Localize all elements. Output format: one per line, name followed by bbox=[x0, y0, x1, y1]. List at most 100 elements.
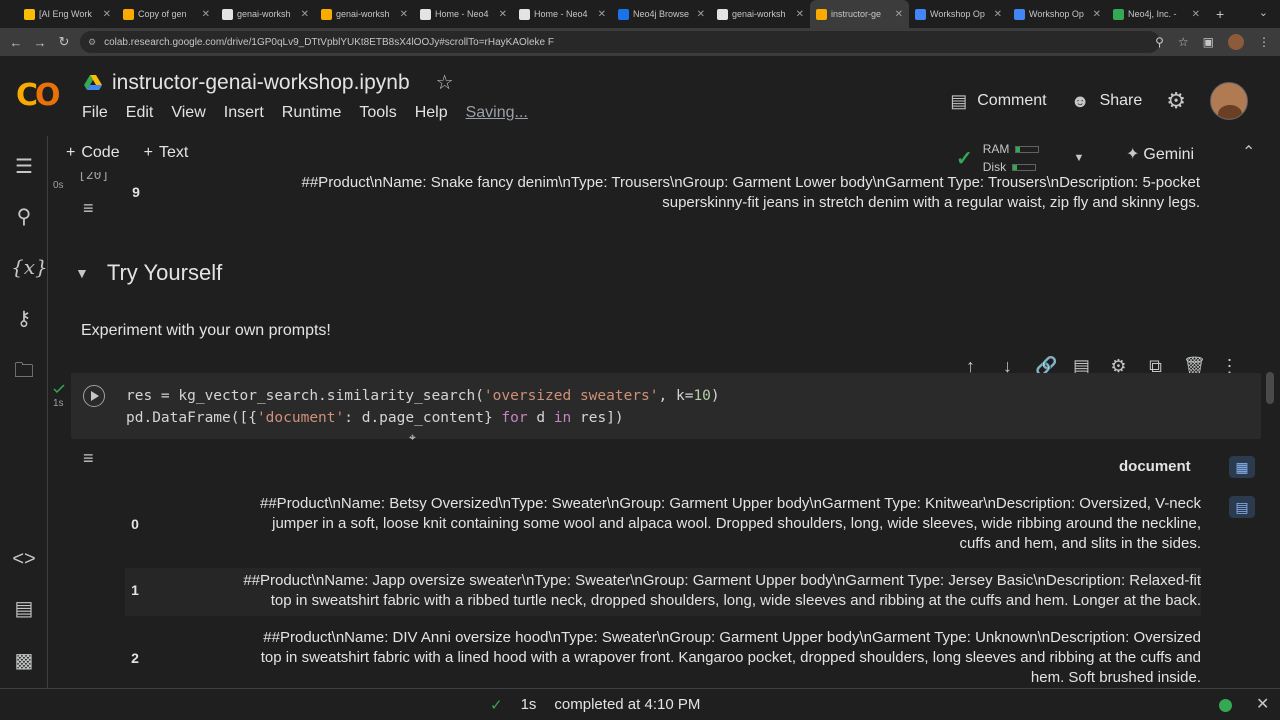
left-sidebar: ☰ ⚲ {x} ⚷ 🗀 <> ▤ ▩ bbox=[0, 136, 48, 696]
runtime-resources[interactable]: ✓ RAM Disk ▼ bbox=[956, 140, 1084, 176]
browser-tab[interactable]: genai-worksh ✕ bbox=[216, 0, 315, 28]
browser-tab[interactable]: Home - Neo4 ✕ bbox=[414, 0, 513, 28]
section-heading[interactable]: ▼ Try Yourself bbox=[75, 260, 222, 286]
back-icon[interactable]: ← bbox=[4, 35, 28, 50]
menu-help[interactable]: Help bbox=[415, 104, 448, 122]
tab-label: Neo4j, Inc. - bbox=[1128, 9, 1177, 19]
command-palette-icon[interactable]: ▤ bbox=[11, 596, 37, 622]
tab-label: genai-worksh bbox=[336, 9, 390, 19]
tab-close-icon[interactable]: ✕ bbox=[103, 9, 111, 20]
new-tab-icon[interactable]: + bbox=[1216, 6, 1224, 22]
tab-close-icon[interactable]: ✕ bbox=[697, 9, 705, 20]
add-code-button[interactable]: + Code bbox=[66, 144, 120, 162]
table-row: 0 ##Product\nName: Betsy Oversized\nType… bbox=[125, 492, 1201, 560]
menu-edit[interactable]: Edit bbox=[126, 104, 154, 122]
browser-tab[interactable]: Home - Neo4 ✕ bbox=[513, 0, 612, 28]
cell-text-line: top in sweatshirt fabric with a ribbed t… bbox=[270, 592, 1201, 609]
user-avatar[interactable] bbox=[1210, 82, 1248, 120]
gemini-button[interactable]: ✦ Gemini bbox=[1126, 144, 1194, 164]
menu-file[interactable]: File bbox=[82, 104, 108, 122]
markdown-text: Experiment with your own prompts! bbox=[81, 322, 331, 339]
tab-close-icon[interactable]: ✕ bbox=[895, 9, 903, 20]
menu-view[interactable]: View bbox=[171, 104, 205, 122]
browser-tab[interactable]: Workshop Op ✕ bbox=[1008, 0, 1107, 28]
key-icon[interactable]: ⚷ bbox=[11, 306, 37, 332]
tab-favicon-icon bbox=[915, 8, 926, 20]
notebook-title[interactable]: instructor-genai-workshop.ipynb bbox=[112, 71, 410, 95]
code-line: pd.DataFrame([{'document': d.page_conten… bbox=[126, 410, 624, 426]
site-info-icon[interactable]: ⚙ bbox=[88, 37, 96, 48]
search-icon[interactable]: ⚲ bbox=[11, 204, 37, 230]
status-duration[interactable]: 1s bbox=[521, 696, 537, 714]
menu-bar: File Edit View Insert Runtime Tools Help… bbox=[82, 104, 528, 122]
table-row: 1 ##Product\nName: Japp oversize sweater… bbox=[125, 568, 1201, 616]
toc-icon[interactable]: ☰ bbox=[11, 154, 37, 180]
close-icon[interactable]: ✕ bbox=[1256, 694, 1269, 714]
drive-icon bbox=[84, 74, 102, 90]
browser-tab[interactable]: instructor-ge ✕ bbox=[810, 0, 909, 28]
profile-avatar[interactable] bbox=[1228, 34, 1244, 50]
scrollbar[interactable] bbox=[1266, 372, 1274, 404]
menu-insert[interactable]: Insert bbox=[224, 104, 264, 122]
zoom-icon[interactable]: ⚲ bbox=[1155, 35, 1164, 49]
gemini-label: Gemini bbox=[1143, 146, 1195, 163]
tab-close-icon[interactable]: ✕ bbox=[1093, 9, 1101, 20]
tab-close-icon[interactable]: ✕ bbox=[1192, 9, 1200, 20]
code-cell[interactable]: res = kg_vector_search.similarity_search… bbox=[71, 373, 1261, 439]
chart-suggest-icon[interactable]: ▤ bbox=[1229, 496, 1255, 518]
tab-label: Home - Neo4 bbox=[534, 9, 588, 19]
output-actions-icon[interactable]: ≡ bbox=[83, 448, 107, 469]
browser-tab[interactable]: Neo4j, Inc. - ✕ bbox=[1107, 0, 1206, 28]
bookmark-star-icon[interactable]: ☆ bbox=[1178, 35, 1189, 49]
output-actions-icon[interactable]: ≡ bbox=[83, 198, 107, 219]
exec-time: 0s bbox=[53, 180, 64, 191]
comment-button[interactable]: ▤ Comment bbox=[950, 91, 1046, 112]
tab-close-icon[interactable]: ✕ bbox=[301, 9, 309, 20]
chevron-up-icon[interactable]: ⌃ bbox=[1242, 142, 1255, 162]
tab-close-icon[interactable]: ✕ bbox=[598, 9, 606, 20]
tab-label: Neo4j Browse bbox=[633, 9, 690, 19]
people-icon: ☻ bbox=[1070, 90, 1090, 111]
forward-icon[interactable]: → bbox=[28, 35, 52, 50]
notebook-content: [20] 0s ≡ 9 ##Product\nName: Snake fancy… bbox=[49, 172, 1280, 688]
code-snippets-icon[interactable]: <> bbox=[11, 546, 37, 572]
colab-logo[interactable]: CO bbox=[16, 78, 60, 113]
tab-close-icon[interactable]: ✕ bbox=[994, 9, 1002, 20]
folder-icon[interactable]: 🗀 bbox=[11, 358, 37, 384]
tab-close-icon[interactable]: ✕ bbox=[400, 9, 408, 20]
tab-close-icon[interactable]: ✕ bbox=[499, 9, 507, 20]
cell-text-line: cuffs and hem, and slits in the sides. bbox=[959, 535, 1201, 552]
run-cell-button[interactable] bbox=[83, 385, 105, 407]
tab-close-icon[interactable]: ✕ bbox=[202, 9, 210, 20]
status-text[interactable]: completed at 4:10 PM bbox=[554, 696, 700, 714]
row-index: 9 bbox=[132, 184, 140, 200]
star-icon[interactable]: ☆ bbox=[436, 70, 454, 95]
share-button[interactable]: ☻ Share bbox=[1071, 91, 1143, 112]
collapse-chevron-icon[interactable]: ▼ bbox=[75, 265, 89, 281]
address-bar[interactable]: ⚙ colab.research.google.com/drive/1GP0qL… bbox=[80, 31, 1160, 53]
variables-icon[interactable]: {x} bbox=[11, 254, 48, 280]
settings-gear-icon[interactable]: ⚙ bbox=[1166, 88, 1186, 114]
chevron-down-icon[interactable]: ▼ bbox=[1073, 152, 1084, 164]
browser-menu-icon[interactable]: ⋮ bbox=[1258, 35, 1270, 49]
browser-tab[interactable]: genai-worksh ✕ bbox=[711, 0, 810, 28]
browser-tab[interactable]: genai-worksh ✕ bbox=[315, 0, 414, 28]
save-status[interactable]: Saving... bbox=[466, 104, 528, 122]
reload-icon[interactable]: ↻ bbox=[52, 34, 76, 50]
connected-check-icon: ✓ bbox=[956, 147, 973, 170]
extensions-icon[interactable]: ▣ bbox=[1203, 35, 1214, 49]
browser-tab[interactable]: Copy of gen ✕ bbox=[117, 0, 216, 28]
cell-text-line: top in sweatshirt fabric with a lined ho… bbox=[260, 649, 1201, 666]
code-editor[interactable]: res = kg_vector_search.similarity_search… bbox=[126, 385, 720, 429]
terminal-icon[interactable]: ▩ bbox=[11, 648, 37, 674]
tab-close-icon[interactable]: ✕ bbox=[796, 9, 804, 20]
menu-runtime[interactable]: Runtime bbox=[282, 104, 342, 122]
browser-tab[interactable]: [AI Eng Work ✕ bbox=[18, 0, 117, 28]
browser-tab[interactable]: Neo4j Browse ✕ bbox=[612, 0, 711, 28]
tab-search-icon[interactable]: ⌄ bbox=[1259, 6, 1268, 19]
add-text-button[interactable]: + Text bbox=[144, 144, 189, 162]
table-view-icon[interactable]: ▦ bbox=[1229, 456, 1255, 478]
tab-favicon-icon bbox=[1113, 8, 1124, 20]
menu-tools[interactable]: Tools bbox=[359, 104, 396, 122]
browser-tab[interactable]: Workshop Op ✕ bbox=[909, 0, 1008, 28]
